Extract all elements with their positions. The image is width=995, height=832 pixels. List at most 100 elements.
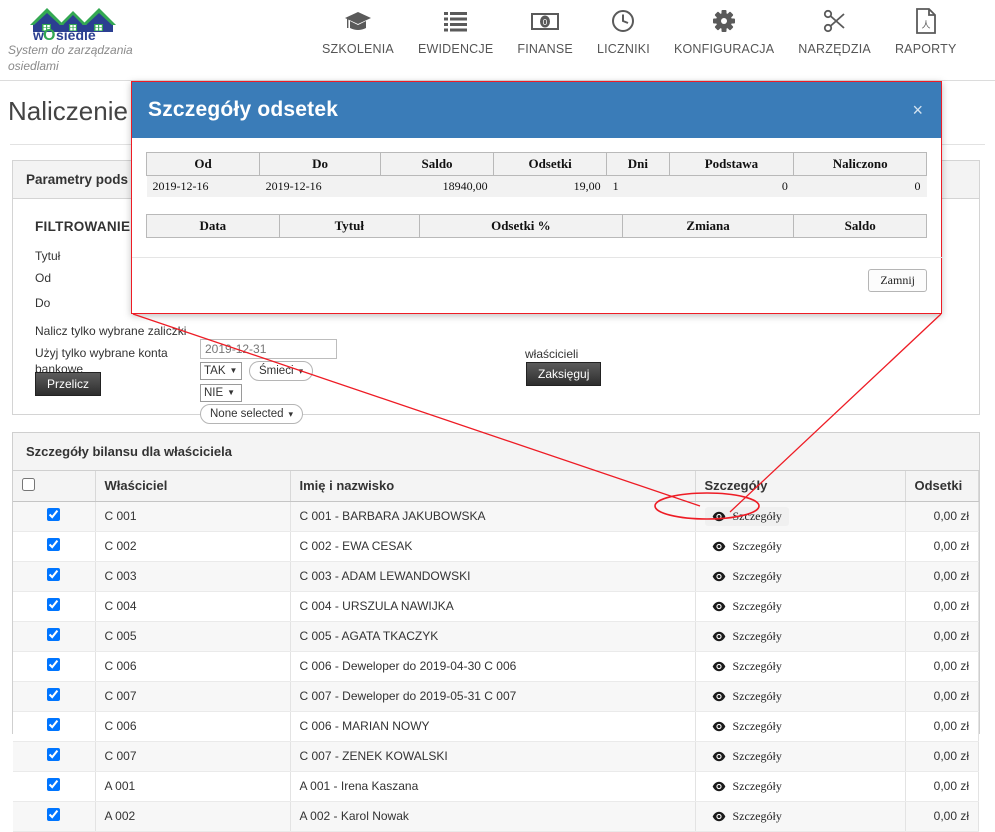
row-select-cell — [13, 561, 96, 592]
szczegoly-link[interactable]: Szczegóły — [705, 747, 789, 766]
row-select-cell — [13, 501, 96, 532]
szczegoly-link-label: Szczegóły — [732, 718, 782, 733]
dropdown-bank-accounts[interactable]: None selected ▾ — [200, 404, 304, 424]
row-checkbox[interactable] — [47, 748, 61, 761]
column-header-saldo: Saldo — [379, 152, 495, 176]
row-checkbox[interactable] — [47, 508, 61, 521]
row-checkbox[interactable] — [47, 538, 61, 551]
szczegoly-link-label: Szczegóły — [732, 508, 782, 523]
balance-details-panel: Szczegóły bilansu dla właściciela Właści… — [12, 432, 980, 832]
eye-icon — [712, 691, 726, 702]
column-header-odsetki: Odsetki — [905, 471, 979, 502]
row-checkbox[interactable] — [47, 718, 61, 731]
nav-item-narzedzia[interactable]: NARZĘDZIA — [786, 6, 883, 56]
row-checkbox[interactable] — [47, 808, 61, 821]
cell-szczegoly: Szczegóły — [695, 621, 906, 652]
zamnij-button[interactable]: Zamnij — [868, 269, 927, 292]
cell-odsetki: 0,00 zł — [905, 771, 979, 802]
szczegoly-link-label: Szczegóły — [732, 628, 782, 643]
nav-item-liczniki[interactable]: LICZNIKI — [585, 6, 662, 56]
table-row[interactable]: C 003 C 003 - ADAM LEWANDOWSKI Szczegóły 0,… — [13, 561, 979, 592]
cell-imie-i-nazwisko: C 001 - BARBARA JAKUBOWSKA — [290, 501, 696, 532]
eye-icon — [712, 721, 726, 732]
table-row[interactable]: A 002 A 002 - Karol Nowak Szczegóły 0,00 zł — [13, 801, 979, 832]
row-checkbox[interactable] — [47, 628, 61, 641]
nav-item-finanse[interactable]: 0 FINANSE — [505, 6, 585, 56]
table-row[interactable]: C 004 C 004 - URSZULA NAWIJKA Szczegóły 0,0… — [13, 591, 979, 622]
graduation-cap-icon — [322, 6, 394, 36]
table-row[interactable]: C 007 C 007 - Deweloper do 2019-05-31 C 0… — [13, 681, 979, 712]
szczegoly-link[interactable]: Szczegóły — [705, 537, 789, 556]
select-nalicz-tylko-wybrane[interactable]: TAK ▼ — [200, 362, 242, 380]
cell-imie-i-nazwisko: C 006 - MARIAN NOWY — [290, 711, 696, 742]
row-select-cell — [13, 681, 96, 712]
cell-imie-i-nazwisko: C 004 - URSZULA NAWIJKA — [290, 591, 696, 622]
column-header-tytu: Tytuł — [278, 214, 420, 238]
table-row[interactable]: C 002 C 002 - EWA CESAK Szczegóły 0,00 zł — [13, 531, 979, 562]
szczegoly-link[interactable]: Szczegóły — [705, 777, 789, 796]
brand-tagline: System do zarządzania osiedlami — [8, 43, 133, 73]
cell-wlasciciel: A 002 — [95, 801, 291, 832]
szczegoly-link[interactable]: Szczegóły — [705, 567, 789, 586]
cell-imie-i-nazwisko: C 005 - AGATA TKACZYK — [290, 621, 696, 652]
modal-header: Szczegóły odsetek × — [132, 82, 941, 138]
label-od: Od — [35, 271, 52, 285]
balance-panel-header: Szczegóły bilansu dla właściciela — [13, 433, 979, 471]
table-row[interactable]: 2019-12-16 2019-12-16 18940,00 19,00 1 0 0 — [146, 175, 927, 197]
nav-label: NARZĘDZIA — [798, 42, 871, 56]
nav-item-konfiguracja[interactable]: KONFIGURACJA — [662, 6, 786, 56]
nav-item-ewidencje[interactable]: EWIDENCJE — [406, 6, 505, 56]
szczegoly-link-label: Szczegóły — [732, 688, 782, 703]
cell-saldo: 18940,00 — [380, 175, 494, 197]
szczegoly-link[interactable]: Szczegóły — [705, 627, 789, 646]
column-header-saldo: Saldo — [793, 214, 927, 238]
nav-label: SZKOLENIA — [322, 42, 394, 56]
row-select-cell — [13, 651, 96, 682]
row-checkbox[interactable] — [47, 688, 61, 701]
column-header-naliczono: Naliczono — [793, 152, 927, 176]
przelicz-button[interactable]: Przelicz — [35, 372, 102, 396]
dropdown-smieci[interactable]: Śmieci ▾ — [249, 361, 314, 381]
cell-szczegoly: Szczegóły — [695, 741, 906, 772]
szczegoly-link[interactable]: Szczegóły — [705, 807, 789, 826]
select-all-checkbox[interactable] — [22, 477, 35, 491]
cell-wlasciciel: C 005 — [95, 621, 291, 652]
table-row[interactable]: C 006 C 006 - MARIAN NOWY Szczegóły 0,00 zł — [13, 711, 979, 742]
cell-odsetki: 0,00 zł — [905, 711, 979, 742]
logo[interactable]: w O siedle — [8, 2, 148, 40]
table-header-row: Od Do Saldo Odsetki Dni Podstawa Naliczono — [145, 152, 927, 176]
table-row[interactable]: C 007 C 007 - ZENEK KOWALSKI Szczegóły 0,00… — [13, 741, 979, 772]
select-uzyj-tylko-wybrane-konta[interactable]: NIE ▼ — [200, 384, 242, 402]
eye-icon — [712, 661, 726, 672]
szczegoly-link[interactable]: Szczegóły — [705, 717, 789, 736]
cell-imie-i-nazwisko: C 002 - EWA CESAK — [290, 531, 696, 562]
svg-text:0: 0 — [543, 18, 548, 27]
table-row[interactable]: A 001 A 001 - Irena Kaszana Szczegóły 0,00 … — [13, 771, 979, 802]
szczegoly-link[interactable]: Szczegóły — [705, 657, 789, 676]
row-checkbox[interactable] — [47, 598, 61, 611]
nav-item-raporty[interactable]: 人 RAPORTY — [883, 6, 969, 56]
nav-label: LICZNIKI — [596, 42, 650, 56]
szczegoly-link[interactable]: Szczegóły — [705, 597, 789, 616]
row-checkbox[interactable] — [47, 658, 61, 671]
table-row[interactable]: C 001 C 001 - BARBARA JAKUBOWSKA Szczegóły… — [13, 501, 979, 532]
nav-item-szkolenia[interactable]: SZKOLENIA — [310, 6, 406, 56]
table-row[interactable]: C 005 C 005 - AGATA TKACZYK Szczegóły 0,00 … — [13, 621, 979, 652]
cell-szczegoly: Szczegóły — [695, 681, 906, 712]
cell-szczegoly: Szczegóły — [695, 771, 906, 802]
row-checkbox[interactable] — [47, 778, 61, 791]
szczegoly-link[interactable]: Szczegóły — [704, 506, 789, 526]
table-row[interactable]: C 006 C 006 - Deweloper do 2019-04-30 C 0… — [13, 651, 979, 682]
dropdown-label: None selected — [210, 408, 284, 420]
date-input[interactable] — [200, 339, 337, 359]
szczegoly-link[interactable]: Szczegóły — [705, 687, 789, 706]
houses-logo-icon: w O siedle — [30, 8, 116, 40]
cell-do: 2019-12-16 — [259, 175, 381, 197]
row-checkbox[interactable] — [47, 568, 61, 581]
close-icon[interactable]: × — [912, 101, 923, 119]
cell-odsetki: 0,00 zł — [905, 741, 979, 772]
modal-interest-summary-table: Od Do Saldo Odsetki Dni Podstawa Naliczono 201… — [145, 152, 927, 197]
svg-text:O: O — [43, 27, 55, 40]
cell-szczegoly: Szczegóły — [695, 711, 906, 742]
zaksieguj-button[interactable]: Zaksięguj — [526, 362, 602, 386]
